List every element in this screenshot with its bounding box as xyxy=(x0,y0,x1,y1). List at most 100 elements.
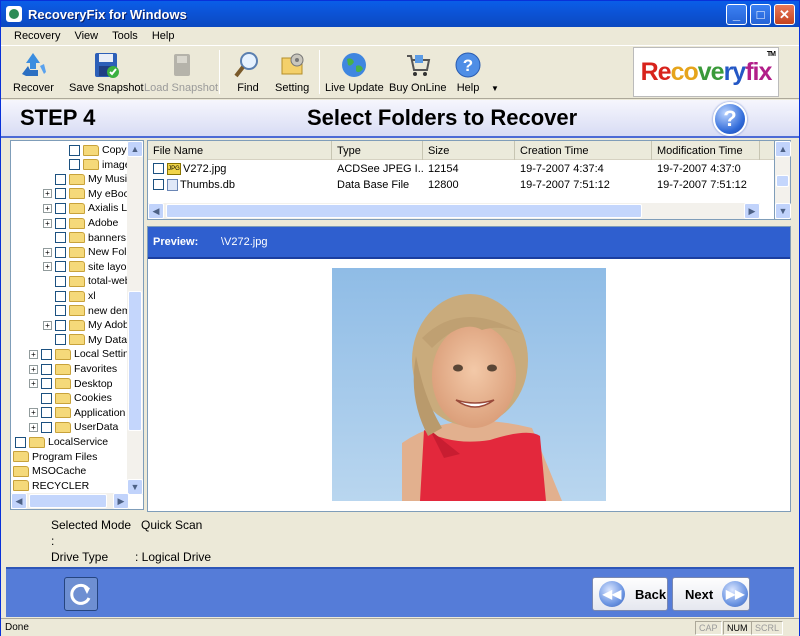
tree-checkbox[interactable] xyxy=(41,407,52,419)
tree-vertical-scrollbar[interactable]: ▲ ▼ xyxy=(127,141,143,495)
menu-view[interactable]: View xyxy=(67,30,105,42)
tree-checkbox[interactable] xyxy=(55,173,66,185)
column-file-name[interactable]: File Name xyxy=(148,141,332,160)
scroll-down-icon[interactable]: ▼ xyxy=(127,479,143,495)
tree-checkbox[interactable] xyxy=(15,436,26,448)
tree-checkbox[interactable] xyxy=(41,348,52,360)
tree-item[interactable]: + Local Settings xyxy=(29,347,129,361)
scroll-thumb[interactable] xyxy=(128,291,142,431)
expand-toggle-icon[interactable]: + xyxy=(29,379,38,389)
tree-checkbox[interactable] xyxy=(41,363,52,375)
tree-item[interactable]: + Application Da xyxy=(29,406,129,420)
save-snapshot-button[interactable]: Save Snapshot xyxy=(69,50,144,96)
tree-item[interactable]: + Favorites xyxy=(29,362,117,376)
tree-item[interactable]: + New Folde xyxy=(43,245,129,259)
tree-checkbox[interactable] xyxy=(55,188,66,200)
tree-item[interactable]: banners xyxy=(43,231,126,245)
file-list-vertical-scrollbar[interactable]: ▲ ▼ xyxy=(775,140,791,220)
tree-item[interactable]: My Music xyxy=(43,172,129,186)
tree-item[interactable]: My Data S xyxy=(43,333,129,347)
scroll-right-icon[interactable]: ▶ xyxy=(744,203,760,219)
tree-item[interactable]: MSOCache xyxy=(13,464,86,478)
table-row[interactable]: JPG V272.jpg ACDSee JPEG I... 12154 19-7… xyxy=(148,161,774,176)
tree-checkbox[interactable] xyxy=(69,159,80,171)
expand-toggle-icon[interactable]: + xyxy=(43,262,52,272)
tree-item[interactable]: Cookies xyxy=(29,391,112,405)
scroll-thumb[interactable] xyxy=(166,204,642,218)
tree-item[interactable]: + Axialis Libr xyxy=(43,201,129,215)
scroll-left-icon[interactable]: ◀ xyxy=(148,203,164,219)
maximize-button[interactable]: □ xyxy=(750,4,771,25)
refresh-button[interactable] xyxy=(64,577,98,611)
tree-checkbox[interactable] xyxy=(41,421,52,433)
back-button[interactable]: ◀◀ Back xyxy=(592,577,668,611)
tree-item[interactable]: Program Files xyxy=(13,450,97,464)
tree-checkbox[interactable] xyxy=(55,290,66,302)
help-circle-icon[interactable]: ? xyxy=(713,102,747,136)
tree-checkbox[interactable] xyxy=(55,275,66,287)
close-button[interactable]: ✕ xyxy=(774,4,795,25)
scroll-up-icon[interactable]: ▲ xyxy=(775,141,791,157)
tree-item[interactable]: + My Adobe xyxy=(43,318,129,332)
expand-toggle-icon[interactable]: + xyxy=(43,247,52,257)
tree-item[interactable]: RECYCLER xyxy=(13,479,89,493)
expand-toggle-icon[interactable]: + xyxy=(43,320,52,330)
expand-toggle-icon[interactable]: + xyxy=(29,408,38,418)
live-update-button[interactable]: Live Update xyxy=(325,50,384,96)
column-modification-time[interactable]: Modification Time xyxy=(652,141,760,160)
tree-item[interactable]: + Desktop xyxy=(29,377,113,391)
tree-item[interactable]: xl xyxy=(43,289,96,303)
tree-checkbox[interactable] xyxy=(55,319,66,331)
load-snapshot-button[interactable]: Load Snapshot xyxy=(144,50,218,96)
expand-toggle-icon[interactable]: + xyxy=(43,203,52,213)
tree-checkbox[interactable] xyxy=(55,305,66,317)
minimize-button[interactable]: _ xyxy=(726,4,747,25)
expand-toggle-icon[interactable]: + xyxy=(43,189,52,199)
column-creation-time[interactable]: Creation Time xyxy=(515,141,652,160)
find-button[interactable]: Find xyxy=(233,50,263,96)
tree-item[interactable]: total-webs xyxy=(43,274,129,288)
expand-toggle-icon[interactable]: + xyxy=(29,349,38,359)
scroll-up-icon[interactable]: ▲ xyxy=(127,141,143,157)
next-button[interactable]: Next ▶▶ xyxy=(672,577,750,611)
menu-recovery[interactable]: Recovery xyxy=(7,30,67,42)
expand-toggle-icon[interactable]: + xyxy=(29,364,38,374)
help-button[interactable]: ? Help xyxy=(453,50,483,96)
tree-item[interactable]: + site layout xyxy=(43,260,129,274)
tree-horizontal-scrollbar[interactable]: ◀ ▶ xyxy=(11,493,129,509)
scroll-thumb[interactable] xyxy=(776,175,789,187)
tree-item[interactable]: + UserData xyxy=(29,420,118,434)
scroll-left-icon[interactable]: ◀ xyxy=(11,493,27,509)
tree-checkbox[interactable] xyxy=(41,378,52,390)
tree-checkbox[interactable] xyxy=(55,202,66,214)
scroll-thumb[interactable] xyxy=(29,494,107,508)
scroll-down-icon[interactable]: ▼ xyxy=(775,203,791,219)
tree-checkbox[interactable] xyxy=(55,334,66,346)
tree-checkbox[interactable] xyxy=(55,246,66,258)
row-checkbox[interactable] xyxy=(153,163,164,174)
recover-button[interactable]: Recover xyxy=(13,50,54,96)
expand-toggle-icon[interactable]: + xyxy=(29,422,38,432)
tree-item[interactable]: images xyxy=(57,158,129,172)
tree-checkbox[interactable] xyxy=(55,217,66,229)
tree-checkbox[interactable] xyxy=(41,392,52,404)
tree-item[interactable]: new demo xyxy=(43,304,129,318)
tree-item[interactable]: + My eBooks xyxy=(43,187,129,201)
column-size[interactable]: Size xyxy=(423,141,515,160)
column-type[interactable]: Type xyxy=(332,141,423,160)
scroll-right-icon[interactable]: ▶ xyxy=(113,493,129,509)
buy-online-button[interactable]: Buy OnLine xyxy=(389,50,446,96)
tree-item[interactable]: LocalService xyxy=(15,435,108,449)
title-bar[interactable]: RecoveryFix for Windows _ □ ✕ xyxy=(1,1,799,27)
menu-help[interactable]: Help xyxy=(145,30,182,42)
setting-button[interactable]: Setting xyxy=(275,50,309,96)
row-checkbox[interactable] xyxy=(153,179,164,190)
tree-checkbox[interactable] xyxy=(55,261,66,273)
tree-item[interactable]: Copy o xyxy=(57,143,129,157)
toolbar-overflow-chevron-icon[interactable]: ▼ xyxy=(491,84,499,93)
table-row[interactable]: Thumbs.db Data Base File 12800 19-7-2007… xyxy=(148,177,774,192)
menu-tools[interactable]: Tools xyxy=(105,30,145,42)
tree-item[interactable]: + Adobe xyxy=(43,216,118,230)
file-list-horizontal-scrollbar[interactable]: ◀ ▶ xyxy=(148,203,760,219)
tree-checkbox[interactable] xyxy=(55,232,66,244)
